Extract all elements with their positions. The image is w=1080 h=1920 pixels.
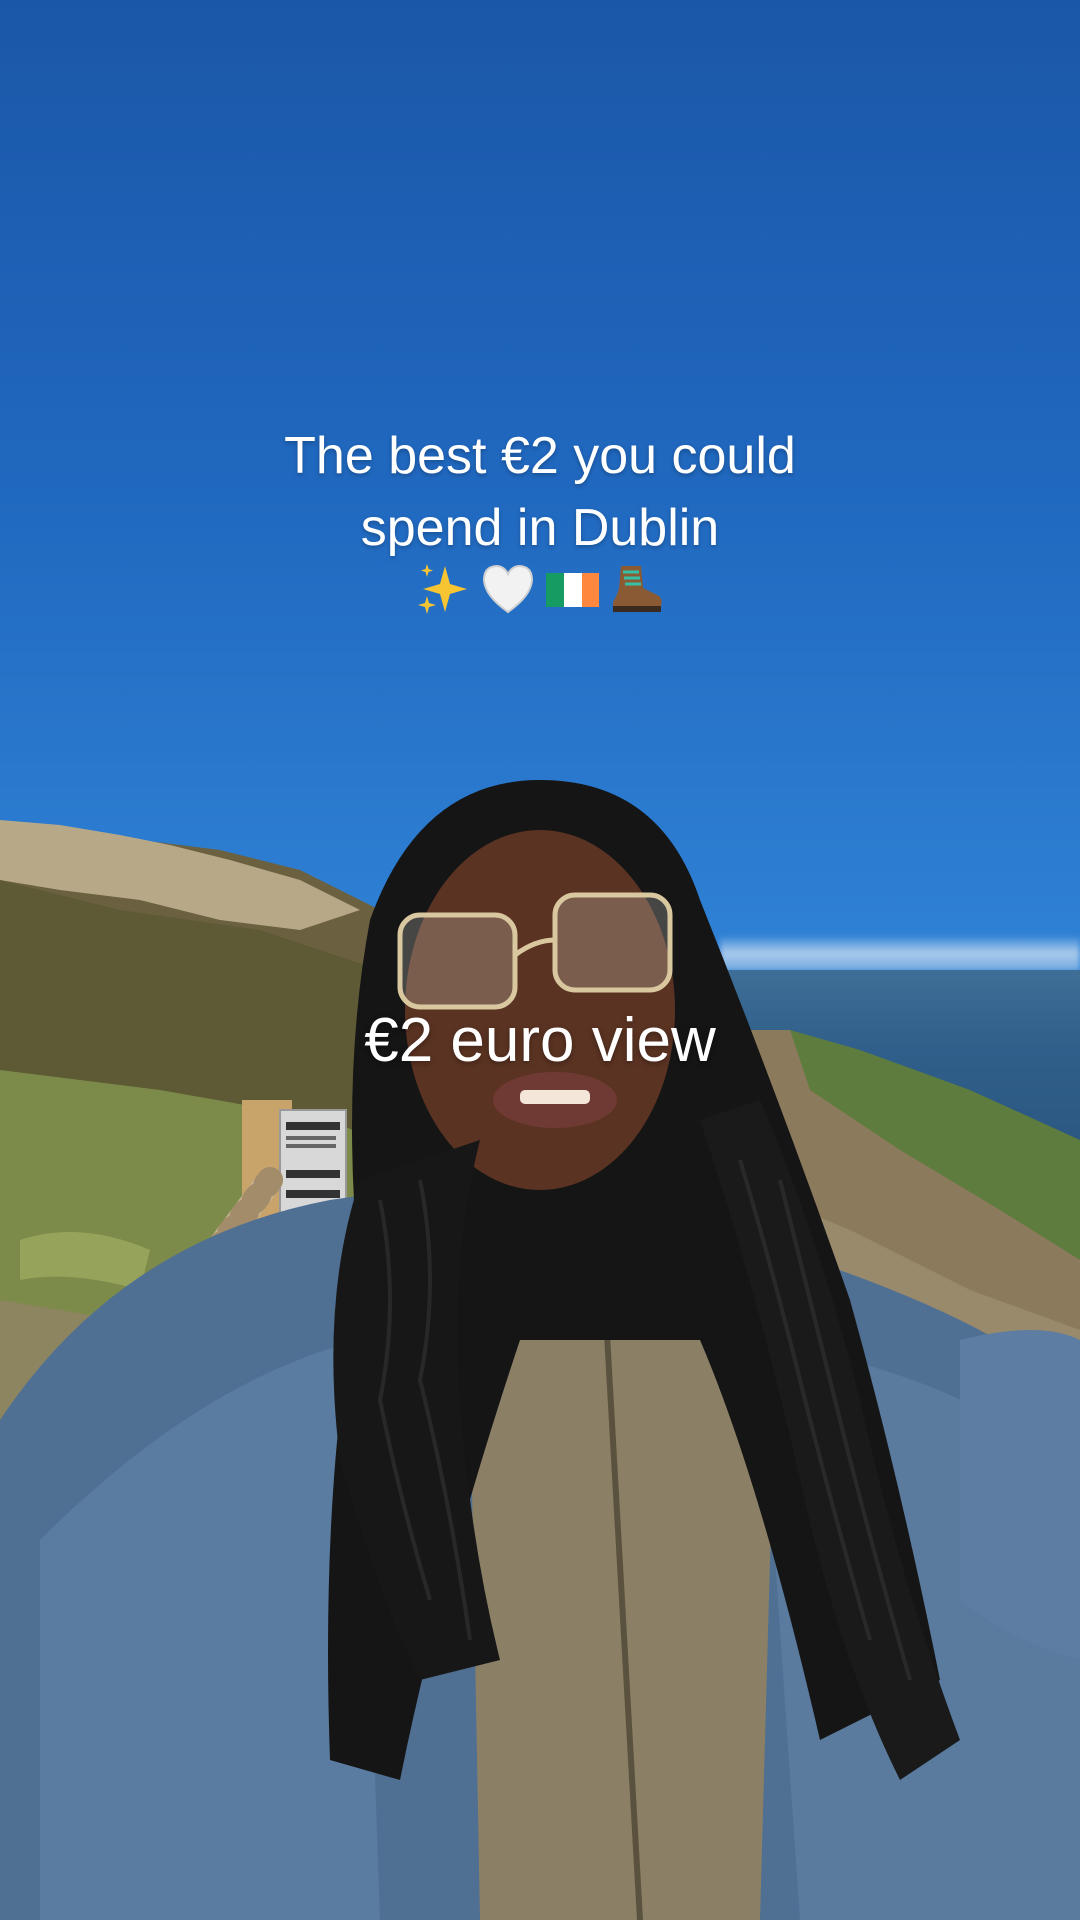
person [0,780,1080,1920]
white-heart-icon [482,564,534,614]
video-caption: The best €2 you could spend in Dublin [140,420,940,564]
caption-line-2: spend in Dublin [360,499,720,557]
video-frame[interactable]: The best €2 you could spend in Dublin €2… [0,0,1080,1920]
ireland-flag-icon [546,573,599,607]
caption-line-1: The best €2 you could [284,427,796,485]
overlay-text: €2 euro view [364,1006,716,1075]
caption-emoji-row [0,560,1080,624]
hiking-boot-icon [613,566,662,612]
sparkles-icon [418,564,467,614]
